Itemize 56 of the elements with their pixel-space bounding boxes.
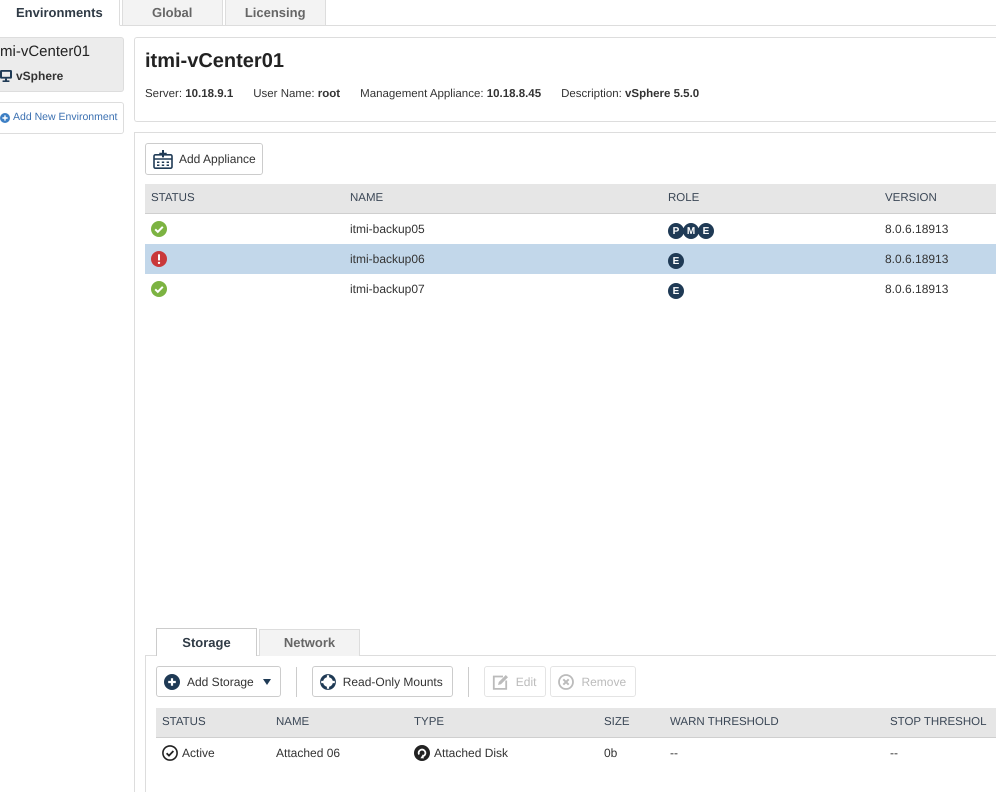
tab[interactable]: Environments [0, 0, 120, 26]
table-cell-text: -- [889, 745, 899, 762]
table-row[interactable]: itmi-backup06 E 8.0.6.18913 [145, 244, 996, 274]
monitor-icon [0, 70, 12, 82]
environment-title: itmi-vCenter01 [145, 49, 285, 73]
detail-text: User Name: root [253, 87, 340, 101]
role-badge: M [683, 223, 699, 239]
read-only-mounts-button[interactable]: Read-Only Mounts [312, 666, 453, 697]
calendar-plus-icon [153, 150, 173, 168]
type-text: Attached Disk [434, 745, 508, 762]
table-row[interactable]: itmi-backup07 E 8.0.6.18913 [145, 274, 996, 304]
table-row[interactable]: Active Attached 06 Attached Disk 0b -- -- [156, 738, 996, 768]
detail-text: Description: vSphere 5.5.0 [561, 87, 700, 101]
tab[interactable]: Storage [156, 628, 257, 656]
add-environment-link[interactable]: Add New Environment [0, 102, 124, 134]
column-header: NAME [275, 714, 310, 730]
table-cell-text: Attached 06 [275, 745, 342, 762]
lifebuoy-icon [320, 674, 336, 690]
table-row[interactable]: itmi-backup05 P M E 8.0.6.18913 [145, 214, 996, 244]
remove-icon [558, 674, 574, 690]
column-header: STATUS [150, 190, 196, 206]
add-storage-button[interactable]: Add Storage [156, 666, 281, 697]
column-header: WARN THRESHOLD [669, 714, 780, 730]
environment-name: mi-vCenter01 [0, 42, 92, 62]
detail-text: Server: 10.18.9.1 [145, 87, 234, 101]
table-cell-text: 8.0.6.18913 [884, 251, 950, 268]
table-cell-text: 8.0.6.18913 [884, 281, 950, 298]
detail-text: Management Appliance: 10.18.8.45 [360, 87, 542, 101]
add-appliance-button[interactable]: Add Appliance [145, 143, 263, 175]
role-badge: E [668, 283, 684, 299]
table-cell-text: 0b [603, 745, 618, 762]
column-header: STATUS [161, 714, 207, 730]
column-header: ROLE [667, 190, 700, 206]
environment-card[interactable]: mi-vCenter01 vSphere [0, 37, 124, 92]
column-header: TYPE [413, 714, 446, 730]
column-header: VERSION [884, 190, 938, 206]
role-badge: P [668, 223, 684, 239]
table-cell-text: 8.0.6.18913 [884, 221, 950, 238]
table-cell-text: -- [669, 745, 679, 762]
edit-icon [492, 674, 509, 690]
plus-circle-icon [164, 674, 180, 690]
tab[interactable]: Licensing [224, 0, 326, 26]
table-cell-text: itmi-backup07 [349, 281, 426, 298]
tab[interactable]: Global [122, 0, 223, 26]
role-badge: E [668, 253, 684, 269]
table-cell-text: itmi-backup05 [349, 221, 426, 238]
column-header: NAME [349, 190, 384, 206]
status-text: Active [182, 745, 215, 762]
environment-type: vSphere [16, 68, 64, 85]
table-cell-text: itmi-backup06 [349, 251, 426, 268]
column-header: STOP THRESHOL [889, 714, 988, 730]
role-badge: E [698, 223, 714, 239]
column-header: SIZE [603, 714, 631, 730]
plus-circle-icon [0, 113, 10, 123]
caret-icon [262, 678, 271, 684]
tab[interactable]: Network [259, 629, 360, 656]
